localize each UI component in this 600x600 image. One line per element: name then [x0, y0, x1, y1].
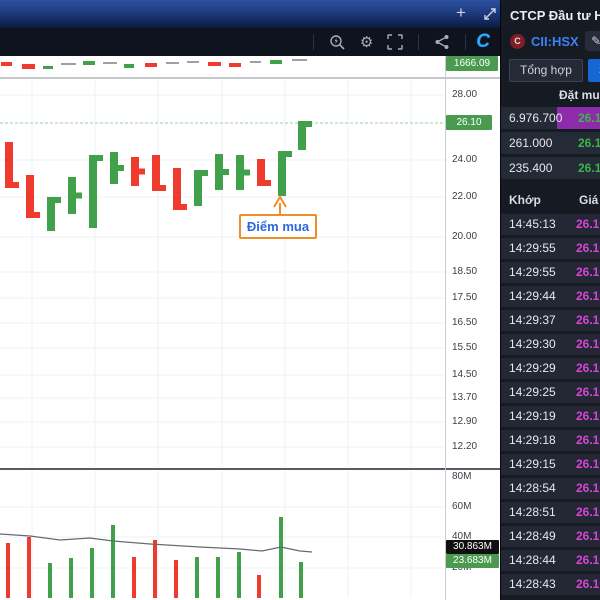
trading-workspace: + ⚙ C 28.00 24.00 22.00 20.00 18.50 17.5…: [0, 0, 600, 600]
trade-price: 26.10: [576, 481, 600, 495]
volume-value-badge: 23.683M: [446, 554, 499, 568]
trade-price: 26.10: [576, 529, 600, 543]
trade-time: 14:28:43: [509, 577, 556, 591]
order-book-row[interactable]: 261.000 26.10: [501, 132, 600, 154]
trade-price: 26.10: [576, 433, 600, 447]
trades-time-column-header: Khớp: [509, 193, 541, 207]
price-axis-label: 22.00: [452, 191, 478, 202]
price-axis-label: 16.50: [452, 317, 478, 328]
trade-time: 14:29:29: [509, 361, 556, 375]
trades-list[interactable]: 14:45:1326.1014:29:5526.1014:29:5526.101…: [501, 214, 600, 600]
trade-price: 26.10: [576, 385, 600, 399]
trade-price: 26.10: [576, 313, 600, 327]
symbol-row: C CII:HSX ✎: [510, 31, 600, 51]
trade-time: 14:28:49: [509, 529, 556, 543]
tab-tong-hop[interactable]: Tổng hợp: [509, 59, 583, 82]
trade-price: 26.10: [576, 217, 600, 231]
trade-row: 14:28:44 26.10: [501, 550, 600, 571]
price-axis-label: 12.90: [452, 416, 478, 427]
trade-time: 14:29:25: [509, 385, 556, 399]
trade-row: 14:29:19 26.10: [501, 406, 600, 427]
trade-price: 26.10: [576, 409, 600, 423]
trade-time: 14:29:44: [509, 289, 556, 303]
trade-time: 14:29:19: [509, 409, 556, 423]
trade-row: 14:29:30 26.10: [501, 334, 600, 355]
trade-row: 14:28:51 26.10: [501, 502, 600, 523]
trade-row: 14:28:43 26.10: [501, 574, 600, 595]
trade-row: 14:29:25 26.10: [501, 382, 600, 403]
trade-row: 14:29:15 26.10: [501, 454, 600, 475]
trade-price: 26.10: [576, 553, 600, 567]
volume-ma-badge: 30.863M: [446, 540, 499, 554]
symbol-info-panel: CTCP Đầu tư Hạ C CII:HSX ✎ Tổng hợp Sổ k…: [500, 0, 600, 600]
trades-header: Khớp Giá: [501, 193, 600, 213]
trade-time: 14:29:15: [509, 457, 556, 471]
trade-time: 14:29:18: [509, 433, 556, 447]
chart-area[interactable]: 28.00 24.00 22.00 20.00 18.50 17.50 16.50 15.50…: [0, 56, 500, 600]
order-qty: 261.000: [509, 136, 553, 150]
current-price-badge: 26.10: [446, 115, 492, 130]
price-axis-label: 28.00: [452, 89, 478, 100]
order-qty: 6.976.700: [509, 111, 563, 125]
order-qty: 235.400: [509, 161, 553, 175]
panel-tabs: Tổng hợp Sổ khớp: [509, 59, 600, 82]
symbol-ticker[interactable]: CII:HSX: [531, 34, 579, 49]
company-logo-icon: C: [510, 33, 525, 49]
candlestick-chart: [0, 56, 500, 600]
trade-price: 26.10: [576, 577, 600, 591]
order-book-row[interactable]: 235.400 26.10: [501, 157, 600, 179]
tab-so-khop[interactable]: Sổ khớp: [587, 59, 600, 82]
trade-row: 14:29:18 26.10: [501, 430, 600, 451]
price-axis-label: 14.50: [452, 369, 478, 380]
trade-time: 14:45:13: [509, 217, 556, 231]
volume-axis-label: 60M: [452, 501, 472, 512]
price-axis-label: 12.20: [452, 441, 478, 452]
volume-axis-label: 80M: [452, 471, 472, 482]
trade-row: 14:29:55 26.10: [501, 238, 600, 259]
trade-row: 14:29:37 26.10: [501, 310, 600, 331]
price-axis-label: 13.70: [452, 392, 478, 403]
trade-time: 14:29:55: [509, 241, 556, 255]
trade-price: 26.10: [576, 241, 600, 255]
trades-price-column-header: Giá: [579, 193, 599, 207]
trade-row: 14:28:54 26.10: [501, 478, 600, 499]
price-axis-label: 17.50: [452, 292, 478, 303]
price-axis-label: 15.50: [452, 342, 478, 353]
trade-time: 14:28:44: [509, 553, 556, 567]
trade-price: 26.10: [576, 337, 600, 351]
trade-price: 26.10: [576, 289, 600, 303]
trade-time: 14:29:55: [509, 265, 556, 279]
price-axis[interactable]: 28.00 24.00 22.00 20.00 18.50 17.50 16.50 15.50…: [445, 56, 500, 600]
trade-row: 14:28:49 26.10: [501, 526, 600, 547]
company-title: CTCP Đầu tư Hạ: [510, 8, 600, 23]
trade-time: 14:29:30: [509, 337, 556, 351]
price-axis-label: 24.00: [452, 154, 478, 165]
trade-row: 14:29:44 26.10: [501, 286, 600, 307]
edit-symbol-button[interactable]: ✎: [584, 31, 600, 51]
price-axis-label: 20.00: [452, 231, 478, 242]
trade-time: 14:28:51: [509, 505, 556, 519]
trade-row: 14:29:29 26.10: [501, 358, 600, 379]
pencil-icon: ✎: [591, 34, 600, 48]
trade-price: 26.10: [576, 457, 600, 471]
order-price: 26.10: [578, 111, 600, 125]
order-book-header: Đặt mua: [501, 88, 600, 107]
order-price: 26.10: [578, 161, 600, 175]
trade-row: 14:45:13 26.10: [501, 214, 600, 235]
trade-row: 14:29:55 26.10: [501, 262, 600, 283]
price-axis-label: 18.50: [452, 266, 478, 277]
order-book: Đặt mua 6.976.700 26.10 261.000 26.10 23…: [501, 88, 600, 182]
buy-point-annotation[interactable]: Điểm mua: [239, 214, 317, 239]
buy-column-header: Đặt mua: [559, 88, 600, 102]
overview-value-badge: 1666.09: [446, 56, 498, 71]
trade-price: 26.10: [576, 265, 600, 279]
trade-time: 14:28:54: [509, 481, 556, 495]
trade-price: 26.10: [576, 361, 600, 375]
order-price: 26.10: [578, 136, 600, 150]
order-book-row[interactable]: 6.976.700 26.10: [501, 107, 600, 129]
trade-time: 14:29:37: [509, 313, 556, 327]
trade-price: 26.10: [576, 505, 600, 519]
